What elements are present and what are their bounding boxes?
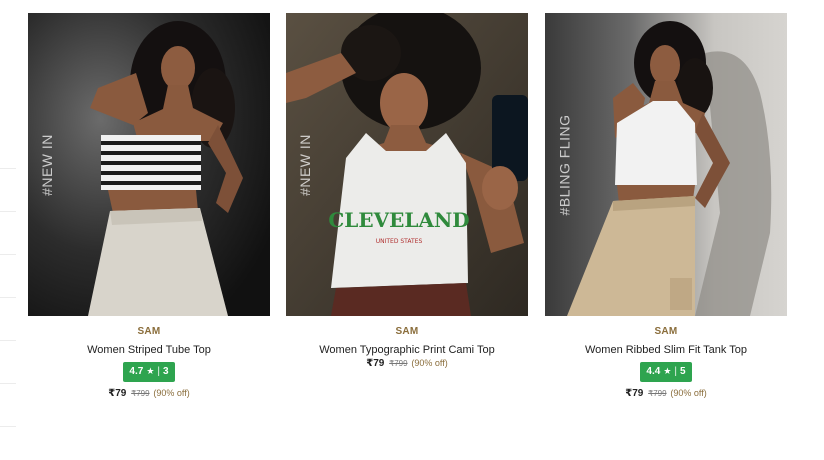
discount-label: (90% off) [670, 387, 707, 398]
striped-top [101, 135, 201, 190]
rail-divider [0, 340, 16, 341]
rating-badge: 4.7 ★ | 3 [123, 361, 175, 382]
shirt-subprint: UNITED STATES [376, 238, 423, 245]
rail-divider [0, 383, 16, 384]
rating-badge: 4.4 ★ | 5 [640, 361, 692, 382]
selling-price: ₹79 [108, 387, 127, 399]
filter-rail-edge [0, 0, 16, 460]
rating-count: 5 [680, 366, 686, 377]
rail-divider [0, 254, 16, 255]
rating-separator: | [674, 366, 678, 377]
bling-fling-tag: #BLING FLING [556, 114, 573, 215]
product-brand: SAM [137, 326, 161, 337]
rail-divider [0, 168, 16, 169]
product-card[interactable]: #BLING FLING SAM Women Ribbed Slim Fit T… [545, 13, 787, 399]
rating-value: 4.4 [646, 366, 661, 377]
price-row: ₹79 ₹799 (90% off) [545, 388, 787, 399]
star-icon: ★ [663, 366, 672, 376]
product-card[interactable]: CLEVELAND UNITED STATES #NEW IN SAM Wome… [286, 13, 528, 369]
selling-price: ₹79 [625, 387, 644, 399]
selling-price: ₹79 [366, 358, 385, 369]
original-price: ₹799 [389, 359, 408, 368]
product-brand: SAM [654, 326, 678, 337]
product-image[interactable]: #NEW IN [28, 13, 270, 316]
original-price: ₹799 [648, 388, 667, 398]
rail-divider [0, 211, 16, 212]
model-photo [545, 13, 787, 316]
new-in-tag: #NEW IN [39, 133, 55, 196]
product-card[interactable]: #NEW IN SAM Women Striped Tube Top 4.7 ★… [28, 13, 270, 399]
product-brand: SAM [395, 326, 419, 337]
rating-separator: | [157, 366, 161, 377]
product-title[interactable]: Women Striped Tube Top [28, 344, 270, 356]
product-title[interactable]: Women Ribbed Slim Fit Tank Top [545, 344, 787, 356]
price-row: ₹79 ₹799 (90% off) [28, 388, 270, 399]
price-row: ₹79 ₹799 (90% off) [286, 358, 528, 369]
model-photo: CLEVELAND UNITED STATES [286, 13, 528, 316]
star-icon: ★ [146, 366, 155, 376]
product-image[interactable]: CLEVELAND UNITED STATES #NEW IN [286, 13, 528, 316]
shirt-print: CLEVELAND [328, 208, 469, 232]
new-in-tag: #NEW IN [297, 133, 313, 196]
product-title[interactable]: Women Typographic Print Cami Top [286, 344, 528, 356]
discount-label: (90% off) [411, 358, 448, 368]
rating-value: 4.7 [129, 366, 144, 377]
product-image[interactable]: #BLING FLING [545, 13, 787, 316]
rail-divider [0, 426, 16, 427]
model-photo [28, 13, 270, 316]
rail-divider [0, 297, 16, 298]
rating-count: 3 [163, 366, 169, 377]
original-price: ₹799 [131, 388, 150, 398]
discount-label: (90% off) [153, 387, 190, 398]
